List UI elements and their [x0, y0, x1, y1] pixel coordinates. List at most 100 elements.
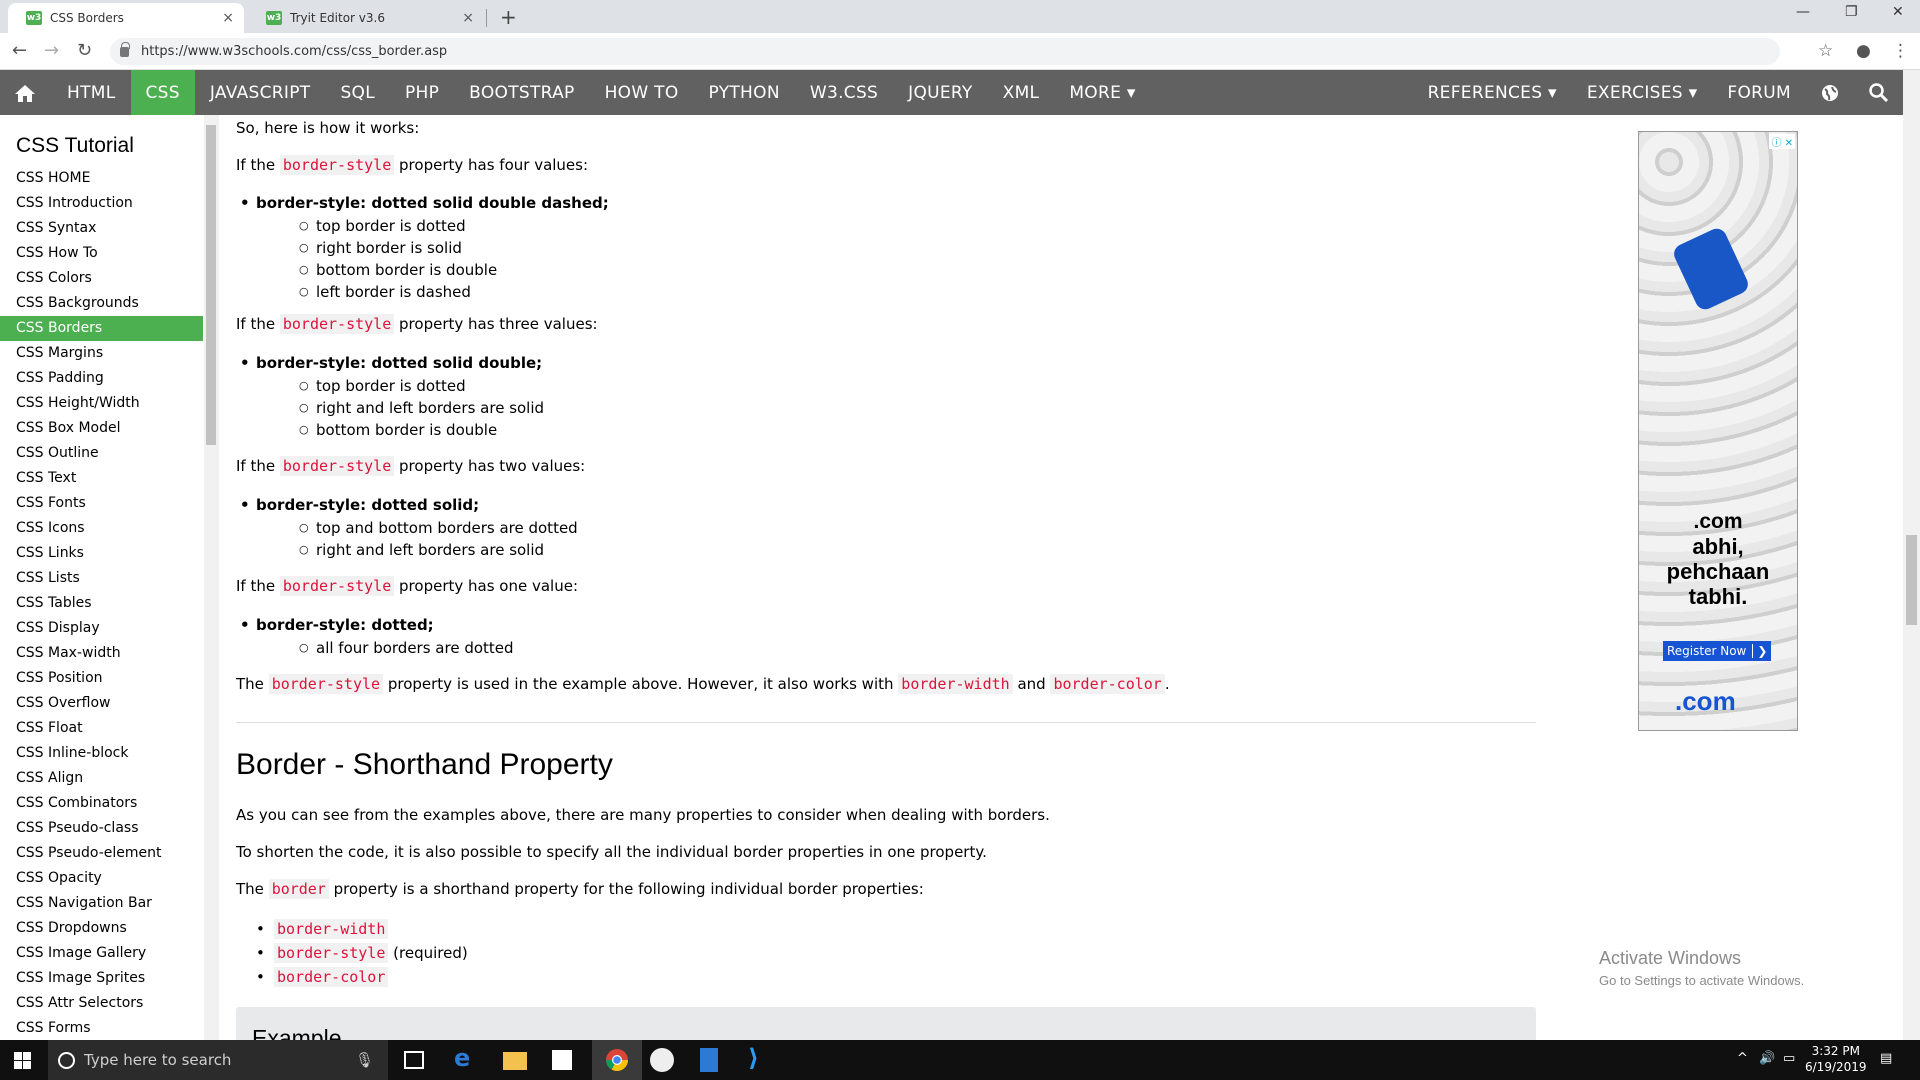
page-scrollbar-thumb[interactable] [1906, 535, 1917, 625]
sidebar-link[interactable]: CSS Overflow [0, 691, 219, 716]
sidebar-link[interactable]: CSS Text [0, 466, 219, 491]
reload-icon[interactable]: ↻ [77, 40, 92, 61]
list-item: bottom border is double [299, 421, 497, 439]
maximize-button[interactable]: ❐ [1845, 4, 1858, 20]
divider [236, 722, 1536, 723]
nav-php[interactable]: PHP [390, 70, 454, 115]
tab-close-icon[interactable]: × [222, 10, 234, 26]
sidebar-link[interactable]: CSS Inline-block [0, 741, 219, 766]
list-item: right and left borders are solid [299, 541, 544, 559]
nav-html[interactable]: HTML [52, 70, 131, 115]
sidebar: CSS Tutorial CSS HOME CSS Introduction CSS… [0, 115, 219, 1040]
sidebar-link[interactable]: CSS HOME [0, 166, 219, 191]
sidebar-link[interactable]: CSS Colors [0, 266, 219, 291]
globe-icon[interactable] [1806, 70, 1854, 115]
sidebar-link[interactable]: CSS Links [0, 541, 219, 566]
file-explorer-icon[interactable] [503, 1052, 527, 1070]
sidebar-link[interactable]: CSS Attr Selectors [0, 991, 219, 1016]
ad-register-button[interactable]: Register Now ❯ [1663, 641, 1772, 661]
app-icon[interactable] [650, 1048, 674, 1072]
network-icon[interactable]: ▭ [1783, 1051, 1795, 1066]
sidebar-link[interactable]: CSS Icons [0, 516, 219, 541]
sidebar-link[interactable]: CSS Lists [0, 566, 219, 591]
nav-xml[interactable]: XML [988, 70, 1055, 115]
sidebar-link[interactable]: CSS Align [0, 766, 219, 791]
edge-icon[interactable]: e [454, 1044, 478, 1072]
tray-chevron-icon[interactable]: ^ [1737, 1051, 1748, 1066]
sidebar-link[interactable]: CSS Padding [0, 366, 219, 391]
tab-close-icon[interactable]: × [462, 10, 474, 26]
sidebar-link[interactable]: CSS Navigation Bar [0, 891, 219, 916]
sidebar-link[interactable]: CSS Combinators [0, 791, 219, 816]
windows-start-icon[interactable] [14, 1052, 31, 1073]
sidebar-link[interactable]: CSS Opacity [0, 866, 219, 891]
nav-exercises[interactable]: EXERCISES ▾ [1572, 70, 1713, 115]
ad-choices-icon[interactable]: ⓘ ✕ [1769, 134, 1795, 149]
sidebar-link[interactable]: CSS Forms [0, 1016, 219, 1040]
bookmark-star-icon[interactable]: ☆ [1818, 41, 1833, 61]
store-icon[interactable] [552, 1050, 572, 1070]
sidebar-link[interactable]: CSS Dropdowns [0, 916, 219, 941]
profile-icon[interactable]: ● [1856, 41, 1871, 61]
volume-icon[interactable]: 🔊 [1759, 1051, 1775, 1066]
minimize-button[interactable]: — [1796, 4, 1810, 20]
sidebar-link[interactable]: CSS Fonts [0, 491, 219, 516]
sidebar-link[interactable]: CSS Backgrounds [0, 291, 219, 316]
tab-css-borders[interactable]: w3 CSS Borders × [8, 3, 244, 33]
sidebar-link[interactable]: CSS How To [0, 241, 219, 266]
sidebar-link[interactable]: CSS Height/Width [0, 391, 219, 416]
sidebar-link[interactable]: CSS Pseudo-class [0, 816, 219, 841]
four-values-intro: If the border-style property has four va… [236, 155, 589, 175]
sidebar-link[interactable]: CSS Position [0, 666, 219, 691]
back-arrow-icon[interactable]: ← [12, 40, 27, 61]
sidebar-link[interactable]: CSS Max-width [0, 641, 219, 666]
address-bar[interactable]: https://www.w3schools.com/css/css_border… [110, 38, 1780, 65]
sidebar-link[interactable]: CSS Outline [0, 441, 219, 466]
nav-javascript[interactable]: JAVASCRIPT [195, 70, 326, 115]
sidebar-link[interactable]: CSS Introduction [0, 191, 219, 216]
sidebar-link[interactable]: CSS Margins [0, 341, 219, 366]
nav-more[interactable]: MORE ▾ [1054, 70, 1150, 115]
nav-sql[interactable]: SQL [325, 70, 390, 115]
sidebar-scrollbar-thumb[interactable] [206, 125, 216, 445]
sidebar-link[interactable]: CSS Borders [0, 316, 203, 341]
activate-windows-title: Activate Windows [1599, 948, 1742, 968]
search-icon[interactable] [1854, 70, 1903, 115]
taskbar-search-box[interactable]: Type here to search 🎙 [48, 1040, 388, 1080]
nav-css[interactable]: CSS [130, 70, 195, 115]
notifications-icon[interactable]: ▤ [1880, 1051, 1892, 1066]
sidebar-link[interactable]: CSS Syntax [0, 216, 219, 241]
nav-forum[interactable]: FORUM [1712, 70, 1806, 115]
sidebar-link[interactable]: CSS Float [0, 716, 219, 741]
microphone-icon[interactable]: 🎙 [355, 1051, 374, 1069]
ad-bottle-image [1670, 225, 1752, 313]
tab-tryit-editor[interactable]: w3 Tryit Editor v3.6 × [248, 3, 484, 33]
nav-jquery[interactable]: JQUERY [893, 70, 988, 115]
sidebar-link[interactable]: CSS Image Gallery [0, 941, 219, 966]
notepad-icon[interactable] [700, 1048, 718, 1072]
task-view-icon[interactable] [404, 1051, 424, 1069]
sidebar-link[interactable]: CSS Display [0, 616, 219, 641]
menu-kebab-icon[interactable]: ⋮ [1892, 41, 1909, 61]
sidebar-link[interactable]: CSS Tables [0, 591, 219, 616]
sidebar-links: CSS HOME CSS Introduction CSS Syntax CSS Ho… [0, 166, 219, 1040]
vscode-icon[interactable]: ⟩ [748, 1044, 772, 1072]
nav-bootstrap[interactable]: BOOTSTRAP [454, 70, 589, 115]
taskbar-clock[interactable]: 3:32 PM 6/19/2019 [1805, 1043, 1867, 1075]
cortana-icon [58, 1051, 75, 1069]
two-values-bullet: border-style: dotted solid; [240, 496, 479, 514]
chrome-taskbar-button[interactable] [592, 1040, 642, 1080]
sidebar-link[interactable]: CSS Image Sprites [0, 966, 219, 991]
close-window-button[interactable]: ✕ [1892, 4, 1904, 20]
nav-how-to[interactable]: HOW TO [590, 70, 694, 115]
nav-python[interactable]: PYTHON [694, 70, 795, 115]
home-icon[interactable] [0, 70, 52, 115]
ad-tagline: pehchaan [1666, 559, 1770, 584]
advertisement[interactable]: ⓘ ✕ com .com abhi, pehchaan tabhi. Regis… [1638, 131, 1798, 731]
new-tab-button[interactable]: + [500, 5, 517, 29]
sidebar-link[interactable]: CSS Box Model [0, 416, 219, 441]
nav-w3css[interactable]: W3.CSS [795, 70, 893, 115]
nav-references[interactable]: REFERENCES ▾ [1413, 70, 1572, 115]
forward-arrow-icon[interactable]: → [44, 40, 59, 61]
sidebar-link[interactable]: CSS Pseudo-element [0, 841, 219, 866]
